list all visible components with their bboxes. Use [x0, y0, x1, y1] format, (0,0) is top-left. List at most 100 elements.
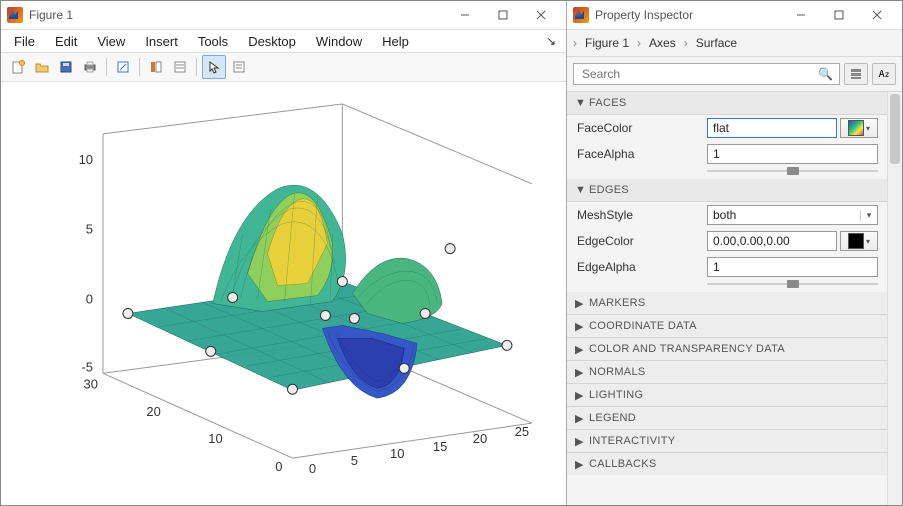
insert-legend-icon[interactable] [228, 56, 250, 78]
figure-menubar: File Edit View Insert Tools Desktop Wind… [1, 30, 566, 52]
link-icon[interactable] [112, 56, 134, 78]
triangle-right-icon: ▶ [575, 389, 583, 402]
surface-plot[interactable]: 10 5 0 -5 30 20 10 0 0 5 10 15 [31, 94, 554, 493]
matlab-logo-icon [7, 7, 23, 23]
x-tick: 0 [309, 461, 316, 476]
print-icon[interactable] [79, 56, 101, 78]
menu-desktop[interactable]: Desktop [239, 32, 305, 51]
section-label: CALLBACKS [589, 458, 657, 470]
section-edges[interactable]: ▼ EDGES [567, 179, 888, 202]
inspector-breadcrumb: › Figure 1 › Axes › Surface [567, 30, 902, 57]
figure-axes-area[interactable]: 10 5 0 -5 30 20 10 0 0 5 10 15 [1, 82, 566, 505]
minimize-button[interactable] [446, 2, 484, 28]
scrollbar-thumb[interactable] [890, 94, 900, 164]
sort-az-icon[interactable]: Az [872, 63, 896, 85]
triangle-right-icon: ▶ [575, 297, 583, 310]
section-label: EDGES [589, 184, 629, 196]
edit-plot-arrow-icon[interactable] [202, 55, 226, 79]
edgecolor-value: 0.00,0.00,0.00 [713, 234, 790, 248]
facealpha-value: 1 [713, 147, 720, 161]
prop-edgecolor: EdgeColor 0.00,0.00,0.00 ▾ [567, 228, 888, 254]
section-legend[interactable]: ▶ LEGEND [567, 407, 888, 430]
new-figure-icon[interactable] [7, 56, 29, 78]
chevron-down-icon: ▾ [860, 210, 877, 221]
y-tick: 20 [146, 404, 160, 419]
section-color-transparency[interactable]: ▶ COLOR AND TRANSPARENCY DATA [567, 338, 888, 361]
matlab-logo-icon [573, 7, 589, 23]
inspector-body: ▼ FACES FaceColor flat ▾ FaceAlpha [567, 92, 902, 505]
prop-label: EdgeAlpha [577, 260, 707, 274]
breadcrumb-surface[interactable]: Surface [692, 36, 741, 50]
section-label: COORDINATE DATA [589, 320, 697, 332]
breadcrumb-figure[interactable]: Figure 1 [581, 36, 633, 50]
property-inspector-window: Property Inspector › Figure 1 › Axes › S… [567, 1, 902, 505]
menu-file[interactable]: File [5, 32, 44, 51]
z-tick: -5 [81, 359, 93, 374]
search-field[interactable] [580, 66, 818, 82]
edgealpha-value: 1 [713, 260, 720, 274]
section-callbacks[interactable]: ▶ CALLBACKS [567, 453, 888, 475]
search-input[interactable]: 🔍 [573, 63, 840, 85]
facealpha-field[interactable]: 1 [707, 144, 878, 164]
open-icon[interactable] [31, 56, 53, 78]
triangle-right-icon: ▶ [575, 320, 583, 333]
save-icon[interactable] [55, 56, 77, 78]
property-inspector-icon[interactable] [169, 56, 191, 78]
menu-tools[interactable]: Tools [189, 32, 237, 51]
group-view-icon[interactable] [844, 63, 868, 85]
close-button[interactable] [858, 2, 896, 28]
facecolor-swatch-button[interactable]: ▾ [840, 118, 878, 138]
inspector-search-row: 🔍 Az [567, 57, 902, 92]
minimize-button[interactable] [782, 2, 820, 28]
section-label: FACES [589, 97, 627, 109]
triangle-right-icon: ▶ [575, 435, 583, 448]
section-normals[interactable]: ▶ NORMALS [567, 361, 888, 384]
facecolor-field[interactable]: flat [707, 118, 837, 138]
search-icon: 🔍 [818, 67, 833, 81]
triangle-right-icon: ▶ [575, 412, 583, 425]
menu-view[interactable]: View [88, 32, 134, 51]
inspector-title: Property Inspector [595, 8, 782, 22]
menu-insert[interactable]: Insert [136, 32, 187, 51]
menu-edit[interactable]: Edit [46, 32, 86, 51]
dock-toggle-icon[interactable]: ↘ [546, 34, 562, 48]
section-lighting[interactable]: ▶ LIGHTING [567, 384, 888, 407]
meshstyle-field[interactable]: both ▾ [707, 205, 878, 225]
z-tick: 0 [86, 291, 93, 306]
figure-toolbar [1, 52, 566, 82]
triangle-down-icon: ▼ [575, 184, 583, 196]
menu-window[interactable]: Window [307, 32, 371, 51]
prop-label: EdgeColor [577, 234, 707, 248]
z-tick: 5 [86, 222, 93, 237]
maximize-button[interactable] [820, 2, 858, 28]
chevron-down-icon: ▾ [866, 237, 870, 246]
edgecolor-swatch-button[interactable]: ▾ [840, 231, 878, 251]
vertical-scrollbar[interactable] [887, 92, 902, 505]
prop-facealpha: FaceAlpha 1 [567, 141, 888, 167]
chevron-right-icon: › [684, 36, 688, 50]
maximize-button[interactable] [484, 2, 522, 28]
section-interactivity[interactable]: ▶ INTERACTIVITY [567, 430, 888, 453]
section-label: LIGHTING [589, 389, 643, 401]
facealpha-slider[interactable] [567, 167, 888, 179]
y-tick: 10 [208, 431, 222, 446]
y-tick: 0 [275, 459, 282, 474]
section-faces[interactable]: ▼ FACES [567, 92, 888, 115]
section-coordinate-data[interactable]: ▶ COORDINATE DATA [567, 315, 888, 338]
menu-help[interactable]: Help [373, 32, 418, 51]
close-button[interactable] [522, 2, 560, 28]
edgealpha-slider[interactable] [567, 280, 888, 292]
edgecolor-field[interactable]: 0.00,0.00,0.00 [707, 231, 837, 251]
edgealpha-field[interactable]: 1 [707, 257, 878, 277]
axes[interactable]: 10 5 0 -5 30 20 10 0 0 5 10 15 [31, 94, 554, 493]
facecolor-value: flat [713, 121, 729, 135]
prop-label: FaceAlpha [577, 147, 707, 161]
inspector-icon[interactable] [145, 56, 167, 78]
figure-titlebar: Figure 1 [1, 1, 566, 30]
breadcrumb-axes[interactable]: Axes [645, 36, 680, 50]
section-markers[interactable]: ▶ MARKERS [567, 292, 888, 315]
meshstyle-value: both [713, 208, 736, 222]
x-tick: 10 [390, 446, 404, 461]
x-tick: 20 [473, 431, 487, 446]
section-label: COLOR AND TRANSPARENCY DATA [589, 343, 785, 355]
